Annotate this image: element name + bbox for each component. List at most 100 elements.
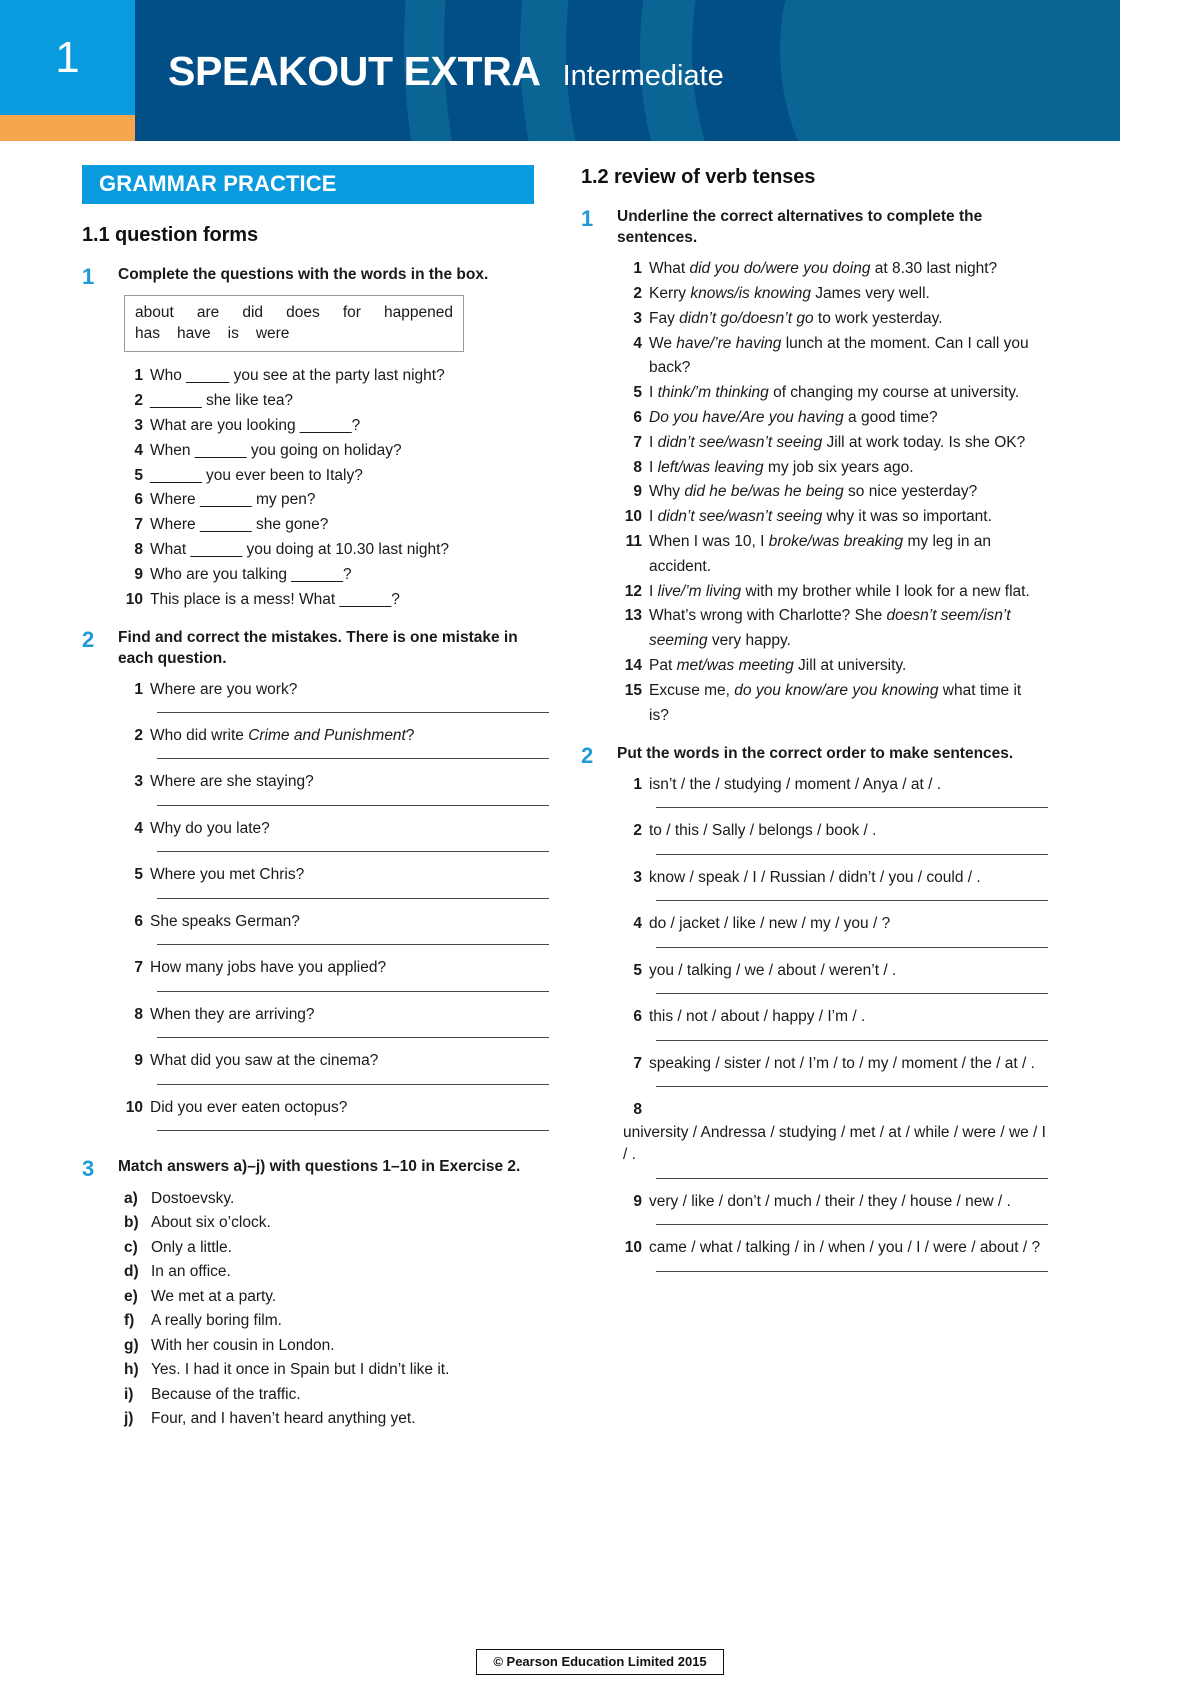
answer-write-line[interactable] [656, 1039, 1048, 1041]
list-item-number: 4 [134, 819, 143, 837]
list-item-text: you / talking / we / about / weren’t / . [649, 961, 897, 979]
list-item-text: Who are you talking ______? [150, 565, 352, 583]
list-item: a) Dostoevsky. [124, 1187, 537, 1211]
list-item-number: 3 [134, 416, 143, 434]
alternatives-phrase[interactable]: live/’m living [658, 583, 742, 600]
list-item: 15 Excuse me, do you know/are you knowing… [623, 679, 1041, 729]
list-item-text: When I was 10, I broke/was breaking my l… [649, 532, 992, 575]
header-title-group: SPEAKOUT EXTRA Intermediate [168, 48, 724, 95]
answer-write-line[interactable] [157, 712, 549, 714]
alternatives-phrase[interactable]: think/’m thinking [658, 384, 769, 401]
list-item-number: 12 [624, 582, 642, 600]
alternatives-phrase[interactable]: doesn’t seem/isn’t seeming [649, 607, 1011, 649]
list-item-number: 8 [633, 1101, 642, 1119]
alternatives-phrase[interactable]: Do you have/Are you having [649, 409, 844, 426]
alternatives-phrase[interactable]: do you know/are you knowing [734, 682, 938, 699]
answer-write-line[interactable] [656, 946, 1048, 948]
list-item-text: Do you have/Are you having a good time? [649, 409, 938, 426]
alternatives-phrase[interactable]: left/was leaving [658, 459, 764, 476]
list-item-number: 9 [134, 1052, 143, 1070]
list-item: 10 Did you ever eaten octopus? [124, 1097, 549, 1119]
exercise-1-1-3: 3 Match answers a)–j) with questions 1–1… [82, 1155, 537, 1431]
answer-write-line[interactable] [157, 1083, 549, 1085]
list-item-number: 14 [624, 656, 642, 674]
exercise-instruction: Put the words in the correct order to ma… [617, 745, 1014, 763]
list-item: 1 isn’t / the / studying / moment / Anya … [623, 774, 1048, 796]
list-item: b) About six o’clock. [124, 1211, 537, 1235]
answer-write-line[interactable] [157, 1037, 549, 1039]
alternatives-phrase[interactable]: didn’t see/wasn’t seeing [658, 434, 823, 451]
list-item-number: 6 [134, 912, 143, 930]
answer-write-line[interactable] [656, 993, 1048, 995]
exercise-1-2-1: 1 Underline the correct alternatives to … [581, 205, 1041, 728]
answer-write-line[interactable] [656, 807, 1048, 809]
word-bank-row-2: has have is were [135, 323, 453, 344]
list-item-text: this / not / about / happy / I’m / . [649, 1008, 866, 1026]
list-item-text: Yes. I had it once in Spain but I didn’t… [151, 1361, 450, 1379]
alternatives-phrase[interactable]: didn’t see/wasn’t seeing [658, 508, 823, 525]
answer-write-line[interactable] [157, 804, 549, 806]
list-item: 4 do / jacket / like / new / my / you / ? [623, 913, 1048, 935]
answer-write-line[interactable] [656, 1270, 1048, 1272]
list-item-text: Did you ever eaten octopus? [150, 1098, 348, 1116]
answer-write-line[interactable] [157, 897, 549, 899]
list-item-text: know / speak / I / Russian / didn’t / yo… [649, 868, 981, 886]
answer-write-line[interactable] [157, 758, 549, 760]
list-item-number: 11 [625, 532, 642, 550]
list-item-text: Where are she staying? [150, 773, 314, 791]
list-item-number: 10 [125, 1098, 143, 1116]
alternatives-phrase[interactable]: have/’re having [676, 335, 781, 352]
alternatives-phrase[interactable]: didn’t go/doesn’t go [679, 310, 813, 327]
exercise-number: 3 [82, 1156, 95, 1182]
answer-write-line[interactable] [157, 990, 549, 992]
answer-write-line[interactable] [157, 944, 549, 946]
list-item-letter: i) [124, 1385, 134, 1403]
list-item-text: do / jacket / like / new / my / you / ? [649, 915, 891, 933]
list-item-text: What’s wrong with Charlotte? She doesn’t… [649, 607, 1011, 650]
right-column: 1.2 review of verb tenses 1 Underline th… [581, 165, 1048, 1438]
word-bank-box: about are did does for happened has have is were [124, 294, 464, 353]
list-item-text: Where ______ my pen? [150, 491, 316, 509]
list-item: 7 How many jobs have you applied? [124, 957, 549, 979]
list-item-number: 3 [134, 773, 143, 791]
answer-write-line[interactable] [656, 900, 1048, 902]
list-item-text: I didn’t see/wasn’t seeing why it was so… [649, 508, 992, 526]
exercise-instruction: Complete the questions with the words in… [118, 266, 489, 283]
list-item-number: 1 [134, 367, 143, 385]
answer-write-line[interactable] [656, 1224, 1048, 1226]
list-item: 8 I left/was leaving my job six years ago… [623, 456, 1041, 481]
answer-write-line[interactable] [656, 1177, 1048, 1179]
answer-write-line[interactable] [656, 1086, 1048, 1088]
list-item-text: With her cousin in London. [151, 1336, 335, 1354]
alternatives-phrase[interactable]: knows/is knowing [690, 285, 811, 302]
list-item: 11 When I was 10, I broke/was breaking my… [623, 530, 1041, 580]
list-item-text: We met at a party. [151, 1287, 277, 1305]
list-item: j) Four, and I haven’t heard anything yet… [124, 1407, 537, 1431]
list-item-text: Only a little. [151, 1238, 232, 1256]
list-item-number: 15 [624, 681, 642, 699]
alternatives-phrase[interactable]: met/was meeting [677, 657, 794, 674]
list-item-text: Fay didn’t go/doesn’t go to work yesterd… [649, 309, 943, 327]
list-item-number: 3 [633, 868, 642, 886]
chapter-number-tab: 1 [0, 0, 135, 115]
alternatives-phrase[interactable]: broke/was breaking [769, 533, 903, 550]
list-item: 9 Why did he be/was he being so nice yest… [623, 480, 1041, 505]
exercise-instruction: Match answers a)–j) with questions 1–10 … [118, 1158, 521, 1176]
list-item-number: 8 [134, 540, 143, 558]
word-bank-item: for [342, 303, 361, 321]
list-item-number: 7 [134, 959, 143, 977]
answer-options-list: a) Dostoevsky. b) About six o’clock. c) Only … [124, 1187, 537, 1432]
list-item: 3 Fay didn’t go/doesn’t go to work yester… [623, 307, 1041, 332]
list-item: 10 came / what / talking / in / when / yo… [623, 1237, 1048, 1259]
alternatives-phrase[interactable]: did you do/were you doing [689, 260, 870, 277]
list-item-letter: j) [124, 1410, 134, 1428]
list-item-number: 6 [633, 409, 642, 426]
answer-write-line[interactable] [157, 851, 549, 853]
alternatives-phrase[interactable]: did he be/was he being [684, 483, 843, 500]
answer-write-line[interactable] [157, 1130, 549, 1132]
brand-title: SPEAKOUT EXTRA [168, 48, 541, 94]
list-item: e) We met at a party. [124, 1285, 537, 1309]
answer-write-line[interactable] [656, 853, 1048, 855]
word-bank-item: about [135, 303, 174, 321]
list-item-text: What are you looking ______? [150, 416, 361, 434]
